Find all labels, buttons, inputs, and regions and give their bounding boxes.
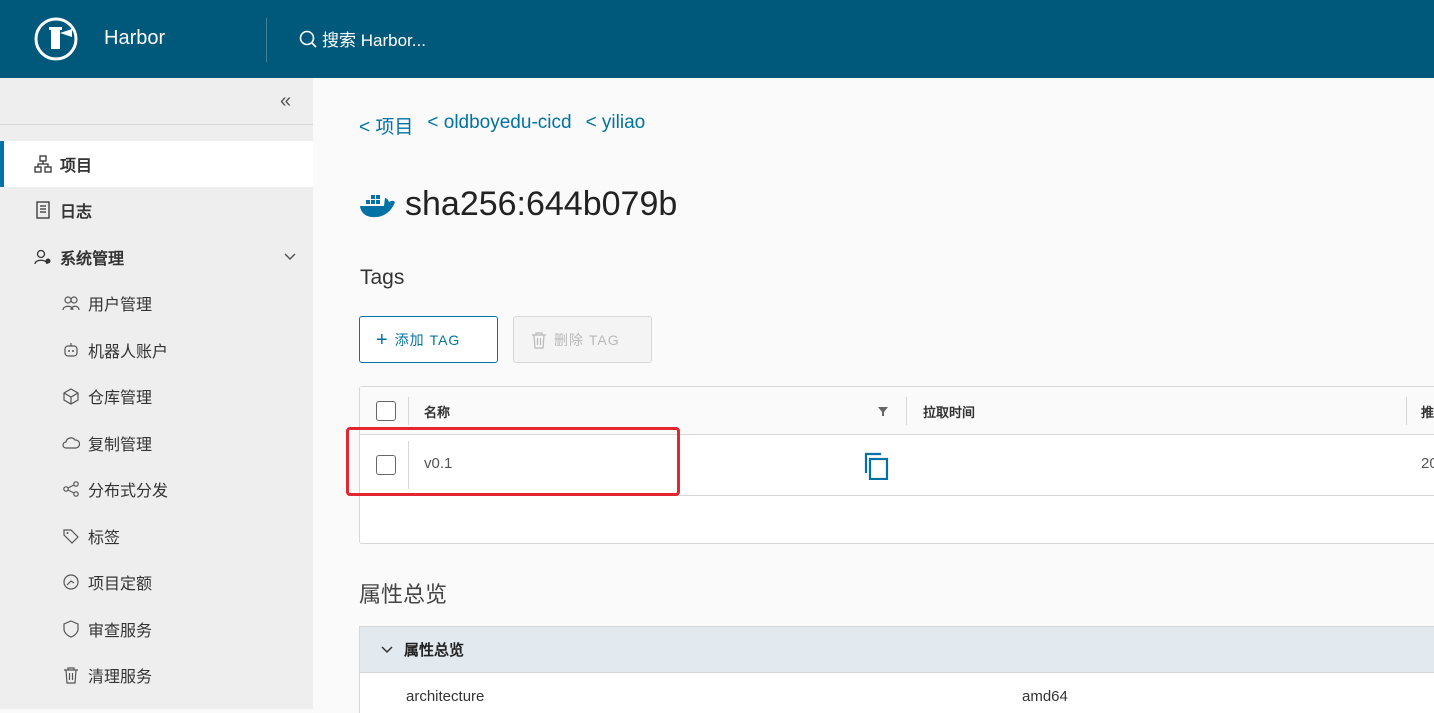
sidebar-item-quota[interactable]: 项目定额 (0, 559, 313, 605)
sidebar-item-label: 清理服务 (88, 669, 153, 686)
property-key: architecture (406, 688, 485, 705)
sidebar-item-label: 机器人账户 (88, 344, 169, 361)
distribution-icon (62, 480, 80, 498)
sidebar-item-replication[interactable]: 复制管理 (0, 420, 313, 466)
brand-name[interactable]: Harbor (104, 27, 165, 50)
sidebar-item-label: 项目定额 (88, 576, 153, 593)
tag-push-time: 20 (1421, 455, 1434, 472)
log-icon (34, 201, 52, 219)
search-placeholder: 搜索 Harbor... (322, 31, 426, 50)
sidebar-item-label: 标签 (88, 530, 121, 547)
breadcrumb-project[interactable]: < oldboyedu-cicd (427, 112, 571, 139)
breadcrumb-projects[interactable]: < 项目 (359, 112, 413, 139)
column-separator (906, 397, 907, 425)
search-icon (299, 30, 317, 48)
plus-icon: + (376, 328, 389, 351)
column-header-name[interactable]: 名称 (424, 402, 450, 421)
sidebar-item-logs[interactable]: 日志 (0, 187, 313, 233)
sidebar-item-scanner[interactable]: 审查服务 (0, 606, 313, 652)
sidebar-item-label: 系统管理 (60, 251, 125, 268)
sidebar-item-label: 审查服务 (88, 623, 153, 640)
sidebar-item-registry[interactable]: 仓库管理 (0, 373, 313, 419)
sidebar-item-gc[interactable]: 清理服务 (0, 652, 313, 698)
column-separator (408, 397, 409, 425)
sidebar-item-projects[interactable]: 项目 (0, 141, 313, 187)
tags-heading: Tags (360, 266, 405, 289)
users-icon (62, 294, 80, 312)
attributes-panel-body (359, 673, 1434, 713)
global-search[interactable]: 搜索 Harbor... (298, 26, 426, 51)
attributes-heading: 属性总览 (359, 582, 448, 607)
attributes-panel-title: 属性总览 (404, 642, 465, 659)
page-title: sha256:644b079b (405, 184, 678, 223)
sidebar-item-admin[interactable]: 系统管理 (0, 234, 313, 280)
sidebar-item-label: 仓库管理 (88, 390, 153, 407)
sidebar-item-label: 日志 (60, 204, 93, 221)
breadcrumb-repository[interactable]: < yiliao (586, 112, 646, 139)
header-divider (266, 18, 267, 62)
chevron-down-icon (381, 645, 393, 653)
trash-icon (532, 331, 546, 349)
harbor-logo-icon[interactable] (34, 17, 78, 61)
delete-tag-label: 删除 TAG (554, 331, 620, 348)
collapse-sidebar-icon[interactable]: « (280, 90, 291, 113)
top-header: Harbor 搜索 Harbor... (0, 0, 1434, 78)
highlight-box (346, 427, 680, 496)
gc-icon (62, 666, 80, 684)
column-header-push-time[interactable]: 推 (1421, 402, 1434, 421)
replication-icon (62, 434, 80, 452)
label-icon (62, 527, 80, 545)
robot-icon (62, 341, 80, 359)
sidebar-item-distribution[interactable]: 分布式分发 (0, 466, 313, 512)
copy-icon[interactable] (863, 452, 889, 480)
sidebar-item-label: 用户管理 (88, 297, 153, 314)
admin-icon (34, 248, 52, 266)
filter-icon[interactable] (877, 405, 889, 417)
page-title-row: sha256:644b079b (357, 184, 677, 224)
select-all-checkbox[interactable] (376, 401, 396, 421)
sidebar-item-users[interactable]: 用户管理 (0, 280, 313, 326)
sidebar-item-label: 复制管理 (88, 437, 153, 454)
add-tag-label: 添加 TAG (394, 331, 461, 348)
property-value: amd64 (1022, 688, 1068, 705)
add-tag-button[interactable]: + 添加 TAG (359, 316, 498, 363)
project-icon (34, 155, 52, 173)
delete-tag-button[interactable]: 删除 TAG (513, 316, 652, 363)
docker-icon (360, 195, 395, 218)
breadcrumb: < 项目 < oldboyedu-cicd < yiliao (359, 112, 645, 139)
registry-icon (62, 387, 80, 405)
sidebar-item-robot[interactable]: 机器人账户 (0, 327, 313, 373)
chevron-down-icon[interactable] (282, 248, 298, 264)
column-header-pull-time[interactable]: 拉取时间 (923, 402, 975, 421)
scanner-icon (62, 620, 80, 638)
sidebar-item-labels[interactable]: 标签 (0, 513, 313, 559)
sidebar-divider (0, 124, 313, 125)
column-separator (1406, 397, 1407, 425)
sidebar-item-label: 分布式分发 (88, 483, 169, 500)
quota-icon (62, 573, 80, 591)
sidebar: « 项目 日志 系统管理 用户管理 机器人账户 仓库管理 复制管理 分布式分发 … (0, 78, 313, 709)
sidebar-item-label: 项目 (60, 158, 93, 175)
attributes-panel-header[interactable]: 属性总览 (359, 626, 1434, 673)
